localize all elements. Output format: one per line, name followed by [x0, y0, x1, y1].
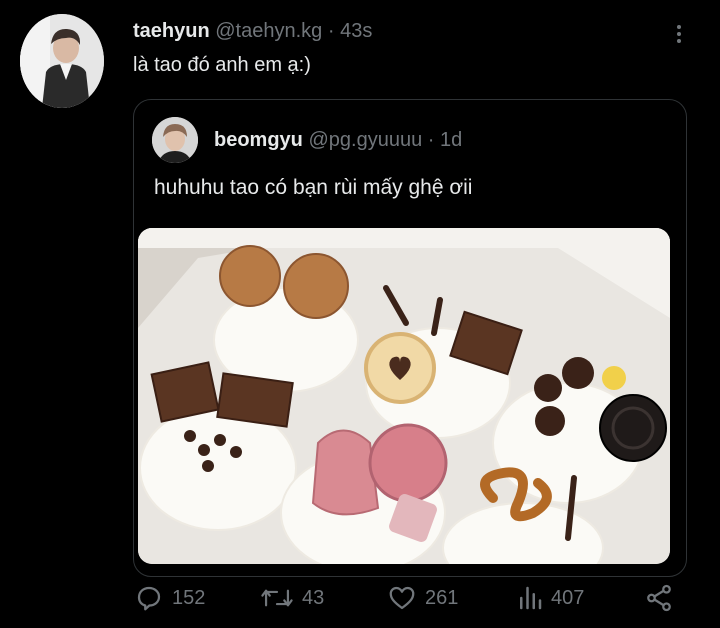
author-name[interactable]: taehyun: [133, 20, 210, 42]
reply-icon: [137, 586, 161, 611]
more-icon: [677, 25, 681, 29]
share-icon: [647, 584, 671, 612]
views-icon: [520, 586, 542, 610]
like-count: 261: [425, 586, 459, 609]
tweet-header: taehyun @taehyn.kg · 43s: [133, 19, 372, 43]
share-button[interactable]: [644, 578, 674, 618]
separator-dot: ·: [327, 20, 335, 42]
quoted-tweet-timestamp[interactable]: 1d: [440, 129, 462, 151]
tweet-actions: 152 43 261 407: [0, 578, 720, 618]
author-avatar[interactable]: [20, 14, 104, 108]
quoted-tweet-card[interactable]: beomgyu @pg.gyuuuu · 1d huhuhu tao có bạ…: [133, 99, 687, 577]
more-options-button[interactable]: [664, 20, 694, 48]
separator-dot: ·: [427, 129, 435, 151]
views-count: 407: [551, 586, 585, 609]
quoted-tweet-text: huhuhu tao có bạn rùi mấy ghệ ơii: [154, 176, 473, 199]
tweet-text: là tao đó anh em ạ:): [133, 54, 311, 76]
like-button[interactable]: 261: [387, 578, 458, 618]
quoted-tweet-header: beomgyu @pg.gyuuuu · 1d: [214, 128, 462, 152]
quoted-author-handle[interactable]: @pg.gyuuuu: [308, 129, 422, 151]
tweet-timestamp[interactable]: 43s: [340, 20, 372, 42]
retweet-icon: [261, 589, 293, 607]
cupcakes-photo[interactable]: [138, 228, 670, 564]
quoted-author-avatar[interactable]: [152, 117, 198, 163]
reply-count: 152: [172, 586, 206, 609]
retweet-count: 43: [302, 586, 325, 609]
quoted-author-name[interactable]: beomgyu: [214, 129, 303, 151]
like-icon: [389, 586, 415, 610]
retweet-button[interactable]: 43: [260, 578, 324, 618]
views-button[interactable]: 407: [517, 578, 584, 618]
reply-button[interactable]: 152: [134, 578, 205, 618]
author-handle[interactable]: @taehyn.kg: [215, 20, 322, 42]
